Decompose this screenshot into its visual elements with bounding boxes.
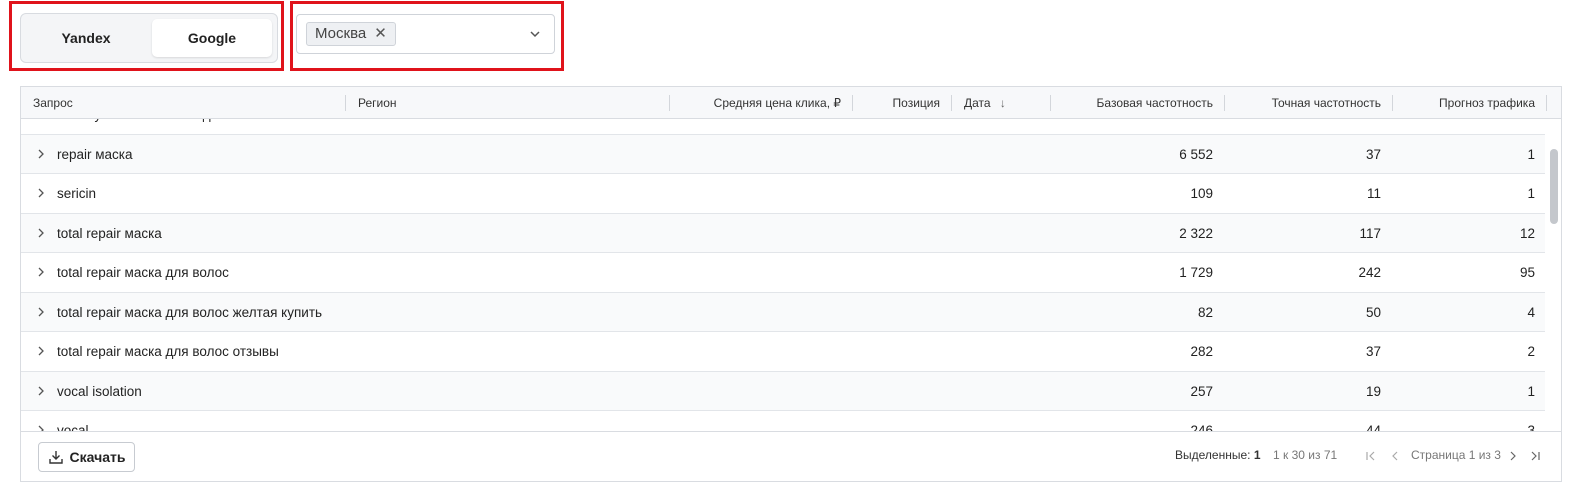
region-chip: Москва ✕	[306, 22, 396, 46]
table-row[interactable]: sericin 109 11 1	[21, 174, 1545, 214]
cell-base-frequency: 6 552	[1179, 146, 1213, 162]
cell-query: total repair маска для волос	[57, 265, 229, 280]
column-resize-handle[interactable]	[669, 95, 670, 111]
remove-chip-icon[interactable]: ✕	[374, 23, 387, 45]
column-resize-handle[interactable]	[951, 95, 952, 111]
selected-label: Выделенные:	[1175, 448, 1251, 462]
download-button[interactable]: Скачать	[38, 442, 135, 472]
region-select[interactable]: Москва ✕	[296, 14, 555, 54]
column-traffic-forecast[interactable]: Прогноз трафика	[1401, 87, 1535, 119]
selected-count: 1	[1253, 448, 1261, 462]
column-resize-handle[interactable]	[1224, 95, 1225, 111]
scrollbar-thumb[interactable]	[1550, 149, 1558, 224]
expand-row-icon[interactable]	[35, 119, 47, 120]
column-resize-handle[interactable]	[1546, 95, 1547, 111]
cell-exact-frequency: 19	[1365, 383, 1381, 399]
selected-summary: Выделенные: 1	[1175, 448, 1261, 462]
keywords-table: Запрос Регион Средняя цена клика, ₽ Пози…	[20, 86, 1562, 482]
cell-traffic-forecast: 3	[1527, 423, 1535, 431]
cell-query: cetearyl alcohol что это для волос	[57, 119, 266, 134]
cell-query: total repair маска	[57, 225, 162, 241]
cell-traffic-forecast: 1	[1527, 186, 1535, 201]
column-resize-handle[interactable]	[1050, 95, 1051, 111]
column-query[interactable]: Запрос	[33, 87, 73, 119]
expand-row-icon[interactable]	[35, 187, 47, 199]
column-position[interactable]: Позиция	[861, 87, 940, 119]
cell-base-frequency: 56	[1081, 119, 1213, 134]
engine-yandex-button[interactable]: Yandex	[25, 19, 147, 57]
expand-row-icon[interactable]	[35, 424, 47, 431]
table-row[interactable]: total repair маска для волос желтая купи…	[21, 292, 1545, 332]
download-icon	[48, 451, 63, 464]
cell-exact-frequency: 242	[1358, 265, 1381, 280]
cell-exact-frequency: 44	[1365, 423, 1381, 431]
column-avg-cpc[interactable]: Средняя цена клика, ₽	[681, 87, 841, 119]
column-resize-handle[interactable]	[852, 95, 853, 111]
column-date[interactable]: Дата ↓	[964, 87, 1006, 119]
cell-exact-frequency: 37	[1365, 344, 1381, 359]
table-body: cetearyl alcohol что это для волос56201r…	[21, 119, 1545, 431]
cell-traffic-forecast: 2	[1527, 344, 1535, 359]
column-resize-handle[interactable]	[345, 95, 346, 111]
cell-query: total repair маска для волос отзывы	[57, 344, 279, 359]
sort-desc-icon: ↓	[999, 96, 1006, 110]
column-exact-frequency[interactable]: Точная частотность	[1231, 87, 1381, 119]
table-row[interactable]: total repair маска 2 322 117 12	[21, 213, 1545, 253]
expand-row-icon[interactable]	[35, 345, 47, 357]
last-page-icon[interactable]	[1529, 450, 1541, 462]
cell-base-frequency: 1 729	[1179, 265, 1213, 280]
table-header: Запрос Регион Средняя цена клика, ₽ Пози…	[21, 87, 1561, 119]
next-page-icon[interactable]	[1507, 450, 1519, 462]
cell-exact-frequency: 37	[1365, 146, 1381, 162]
cell-query: total repair маска для волос желтая купи…	[57, 304, 323, 320]
cell-query: vocal isolation	[57, 383, 142, 399]
cell-traffic-forecast: 1	[1527, 383, 1535, 399]
cell-traffic-forecast: 1	[1527, 146, 1535, 162]
engine-google-button[interactable]: Google	[152, 19, 272, 57]
range-text: 1 к 30 из 71	[1273, 448, 1338, 462]
column-resize-handle[interactable]	[1392, 95, 1393, 111]
column-date-label: Дата	[964, 96, 991, 110]
download-label: Скачать	[69, 449, 126, 465]
cell-exact-frequency: 11	[1366, 186, 1381, 201]
cell-base-frequency: 246	[1190, 423, 1213, 431]
page-indicator: Страница 1 из 3	[1411, 448, 1501, 462]
cell-traffic-forecast: 1	[1421, 119, 1535, 134]
expand-row-icon[interactable]	[35, 385, 47, 397]
column-region[interactable]: Регион	[358, 87, 397, 119]
cell-base-frequency: 109	[1190, 186, 1213, 201]
cell-traffic-forecast: 12	[1519, 225, 1535, 241]
cell-base-frequency: 2 322	[1179, 225, 1213, 241]
cell-query: sericin	[57, 186, 97, 201]
engine-toggle-group: Yandex Google	[20, 13, 278, 63]
chevron-down-icon[interactable]	[528, 27, 542, 41]
first-page-icon[interactable]	[1365, 450, 1377, 462]
expand-row-icon[interactable]	[35, 227, 47, 239]
vertical-scrollbar[interactable]	[1547, 119, 1561, 431]
table-row[interactable]: vocal 246 44 3	[21, 411, 1545, 431]
table-row[interactable]: cetearyl alcohol что это для волос 56 20 1	[21, 119, 1545, 135]
table-row[interactable]: repair маска 6 552 37 1	[21, 134, 1545, 174]
table-footer: Скачать Выделенные: 1 1 к 30 из 71 Стран…	[21, 431, 1561, 481]
table-row[interactable]: total repair маска для волос 1 729 242 95	[21, 253, 1545, 293]
cell-base-frequency: 282	[1190, 344, 1213, 359]
cell-exact-frequency: 117	[1359, 225, 1381, 241]
cell-query: vocal	[57, 423, 89, 431]
expand-row-icon[interactable]	[35, 266, 47, 278]
cell-base-frequency: 257	[1190, 383, 1213, 399]
cell-query: repair маска	[57, 146, 133, 162]
table-row[interactable]: vocal isolation 257 19 1	[21, 371, 1545, 411]
cell-traffic-forecast: 4	[1527, 304, 1535, 320]
expand-row-icon[interactable]	[35, 306, 47, 318]
expand-row-icon[interactable]	[35, 148, 47, 160]
column-base-frequency[interactable]: Базовая частотность	[1061, 87, 1213, 119]
cell-base-frequency: 82	[1197, 304, 1213, 320]
cell-exact-frequency: 50	[1365, 304, 1381, 320]
prev-page-icon[interactable]	[1389, 450, 1401, 462]
cell-exact-frequency: 20	[1251, 119, 1381, 134]
region-chip-label: Москва	[315, 25, 367, 42]
table-row[interactable]: total repair маска для волос отзывы 282 37…	[21, 332, 1545, 372]
cell-traffic-forecast: 95	[1519, 265, 1535, 280]
